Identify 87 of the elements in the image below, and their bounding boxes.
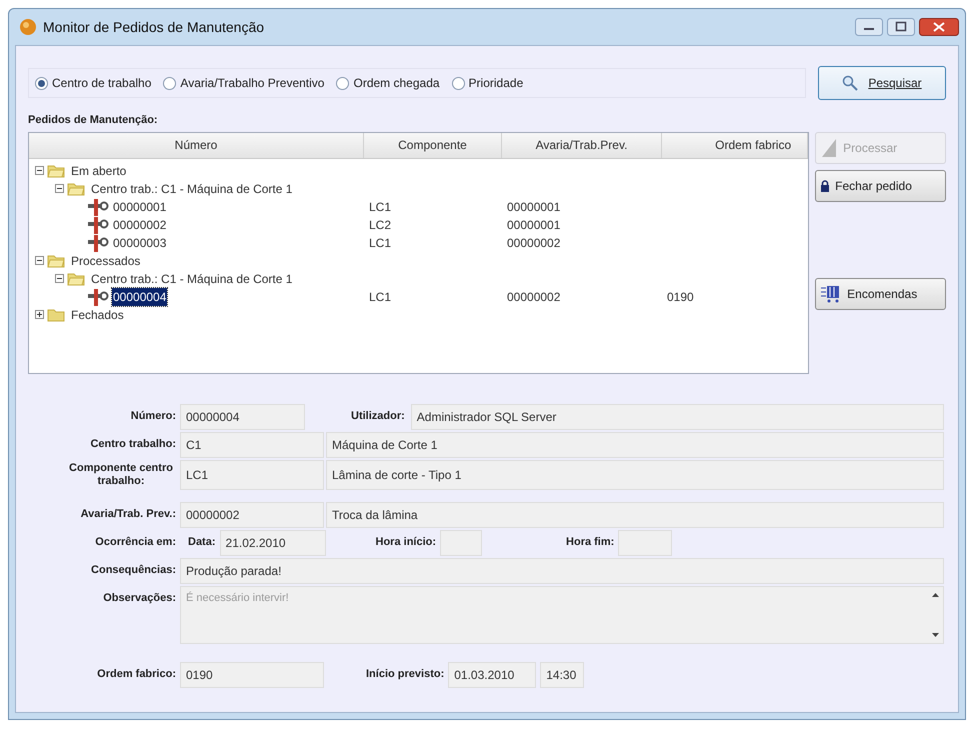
tree-folder-label[interactable]: Processados	[71, 252, 140, 270]
text-field[interactable]	[618, 530, 672, 556]
order-number[interactable]: 00000001	[112, 198, 168, 216]
expand-icon[interactable]	[35, 310, 44, 319]
text-field[interactable]: 00000004	[180, 404, 305, 430]
field-label: Data:	[188, 535, 216, 550]
text-field[interactable]: C1	[180, 432, 324, 458]
collapse-icon[interactable]	[55, 274, 64, 283]
close-icon[interactable]	[919, 18, 959, 36]
table-cell: 00000001	[507, 218, 560, 232]
table-cell: LC1	[369, 200, 392, 214]
tree-folder-label[interactable]: Fechados	[71, 306, 124, 324]
lock-icon	[820, 180, 830, 192]
text-field[interactable]: 21.02.2010	[220, 530, 326, 556]
wrench-icon	[87, 232, 109, 252]
text-field[interactable]: 01.03.2010	[448, 662, 536, 688]
table-cell: LC2	[369, 218, 392, 232]
text-field[interactable]	[440, 530, 482, 556]
collapse-icon[interactable]	[35, 166, 44, 175]
field-label: Ordem fabrico:	[97, 667, 176, 682]
table-cell: 0190	[667, 290, 694, 304]
scroll-down-icon[interactable]	[932, 632, 938, 636]
order-number[interactable]: 00000003	[112, 234, 168, 252]
field-label: Hora fim:	[566, 535, 614, 550]
search-button[interactable]: Pesquisar	[818, 66, 946, 100]
radio-button[interactable]	[452, 76, 465, 90]
text-field[interactable]: Troca da lâmina	[326, 502, 944, 528]
tree-folder-label[interactable]: Centro trab.: C1 - Máquina de Corte 1	[91, 180, 292, 198]
action-button[interactable]: Encomendas	[815, 278, 946, 310]
table-cell: 00000002	[507, 290, 560, 304]
field-label: Ocorrência em:	[95, 535, 176, 550]
order-number[interactable]: 00000004	[112, 288, 168, 306]
app-icon	[19, 18, 37, 36]
section-title: Pedidos de Manutenção:	[28, 113, 159, 128]
search-icon	[842, 75, 858, 91]
field-label: Número:	[130, 409, 176, 424]
radio-label[interactable]: Centro de trabalho	[52, 74, 152, 92]
order-number[interactable]: 00000002	[112, 216, 168, 234]
column-header[interactable]: Número	[29, 132, 364, 158]
scroll-up-icon[interactable]	[932, 592, 938, 596]
wrench-icon	[87, 196, 109, 216]
text-field[interactable]: Máquina de Corte 1	[326, 432, 944, 458]
collapse-icon[interactable]	[35, 256, 44, 265]
radio-button[interactable]	[163, 76, 176, 90]
maximize-icon[interactable]	[887, 18, 915, 36]
field-label: Observações:	[103, 590, 176, 606]
column-header[interactable]: Ordem fabrico	[662, 132, 808, 158]
folder-icon	[47, 164, 65, 178]
action-button[interactable]: Fechar pedido	[815, 170, 946, 202]
field-label: Consequências:	[91, 563, 176, 578]
table-cell: 00000002	[507, 236, 560, 250]
text-field[interactable]: 00000002	[180, 502, 324, 528]
folder-icon	[67, 272, 85, 286]
field-label: Componente centro trabalho:	[68, 462, 174, 488]
column-header[interactable]: Componente	[364, 132, 502, 158]
text-field[interactable]: Produção parada!	[180, 558, 944, 584]
table-cell: LC1	[369, 290, 392, 304]
window-title: Monitor de Pedidos de Manutenção	[43, 18, 264, 37]
tree-folder-label[interactable]: Em aberto	[71, 162, 126, 180]
field-label: Avaria/Trab. Prev.:	[80, 507, 176, 522]
text-field[interactable]: 14:30	[540, 662, 584, 688]
radio-button[interactable]	[336, 76, 350, 90]
wrench-icon	[87, 286, 109, 306]
text-field[interactable]: Lâmina de corte - Tipo 1	[326, 460, 944, 490]
radio-label[interactable]: Prioridade	[468, 74, 524, 92]
folder-icon	[47, 308, 65, 322]
collapse-icon[interactable]	[55, 184, 64, 193]
folder-icon	[67, 182, 85, 196]
radio-label[interactable]: Ordem chegada	[353, 74, 440, 92]
text-field[interactable]: 0190	[180, 662, 324, 688]
text-field[interactable]: Administrador SQL Server	[410, 404, 944, 430]
radio-button[interactable]	[35, 76, 48, 90]
tree-folder-label[interactable]: Centro trab.: C1 - Máquina de Corte 1	[91, 270, 292, 288]
column-header[interactable]: Avaria/Trab.Prev.	[502, 132, 662, 158]
radio-label[interactable]: Avaria/Trabalho Preventivo	[180, 74, 324, 92]
field-label: Início previsto:	[366, 667, 444, 682]
field-label: Hora início:	[376, 535, 436, 550]
wrench-icon	[87, 214, 109, 234]
ramp-icon	[820, 138, 838, 158]
table-cell: 00000001	[507, 200, 560, 214]
field-label: Centro trabalho:	[90, 437, 176, 452]
table-cell: LC1	[369, 236, 392, 250]
text-field[interactable]: LC1	[180, 460, 324, 490]
folder-icon	[47, 254, 65, 268]
notes-text: É necessário intervir!	[185, 590, 290, 606]
field-label: Utilizador:	[351, 409, 405, 424]
minimize-icon[interactable]	[855, 18, 883, 36]
